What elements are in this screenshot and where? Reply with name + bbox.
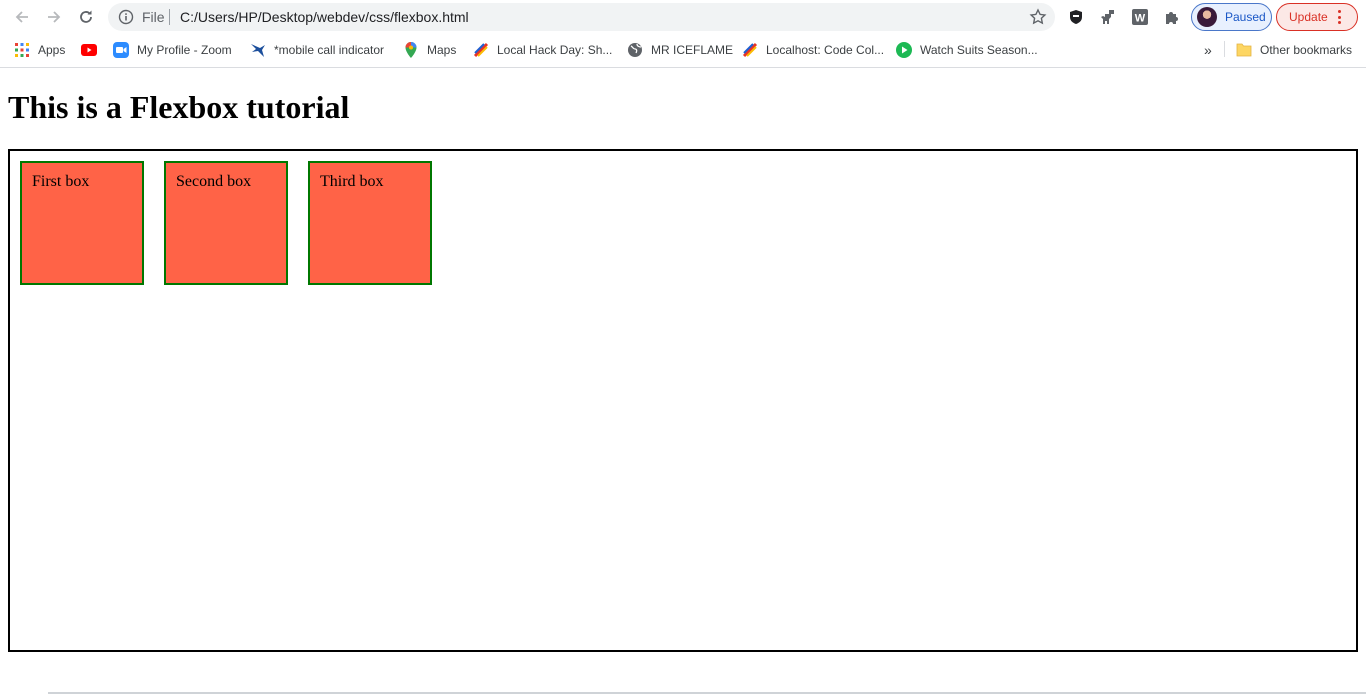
- bookmark-mobile-call-indicator[interactable]: *mobile call indicator: [250, 40, 384, 60]
- bookmark-label: Other bookmarks: [1260, 43, 1353, 57]
- bookmark-local-hack-day[interactable]: Local Hack Day: Sh...: [473, 40, 612, 60]
- flex-box-second: Second box: [164, 161, 288, 285]
- omnibox-separator: [169, 9, 170, 25]
- back-button[interactable]: [10, 5, 34, 29]
- bookmarks-overflow-button[interactable]: »: [1204, 40, 1212, 60]
- profile-status-label: Paused: [1225, 10, 1266, 24]
- bookmark-youtube[interactable]: [81, 40, 105, 60]
- bookmark-maps[interactable]: Maps: [403, 40, 456, 60]
- bookmark-label: Watch Suits Season...: [920, 43, 1038, 57]
- bookmarks-bar: Apps My Profile - Zoom *mobile call indi…: [0, 36, 1366, 64]
- arrow-left-icon: [15, 11, 28, 23]
- youtube-icon: [81, 42, 97, 58]
- reload-icon: [80, 10, 92, 23]
- mlh-icon: [473, 42, 489, 58]
- address-bar[interactable]: File C:/Users/HP/Desktop/webdev/css/flex…: [108, 3, 1055, 31]
- bookmark-label: My Profile - Zoom: [137, 43, 232, 57]
- bookmark-label: Maps: [427, 43, 457, 57]
- globe-icon: [627, 42, 643, 58]
- shield-extension-icon[interactable]: [1066, 7, 1086, 27]
- avatar: [1197, 7, 1217, 27]
- other-bookmarks-folder[interactable]: Other bookmarks: [1236, 40, 1352, 60]
- bird-icon: [250, 42, 266, 58]
- maps-pin-icon: [403, 42, 419, 58]
- update-label: Update: [1289, 10, 1328, 24]
- zoom-icon: [113, 42, 129, 58]
- bookmark-label: Local Hack Day: Sh...: [497, 43, 613, 57]
- info-icon[interactable]: [118, 9, 134, 25]
- bookmark-localhost-code[interactable]: Localhost: Code Col...: [742, 40, 884, 60]
- flex-box-first: First box: [20, 161, 144, 285]
- page-title: This is a Flexbox tutorial: [8, 89, 350, 125]
- folder-icon: [1236, 42, 1252, 58]
- forward-button[interactable]: [42, 5, 66, 29]
- extensions-puzzle-icon[interactable]: [1162, 7, 1182, 27]
- bookmarks-divider: [1224, 41, 1225, 57]
- more-vert-icon: [1338, 10, 1342, 24]
- profile-button[interactable]: Paused: [1191, 3, 1272, 31]
- bookmark-mr-iceflame[interactable]: MR ICEFLAME: [627, 40, 733, 60]
- bookmark-zoom-profile[interactable]: My Profile - Zoom: [113, 40, 232, 60]
- page-content: This is a Flexbox tutorial First box Sec…: [0, 68, 1366, 694]
- browser-toolbar: File C:/Users/HP/Desktop/webdev/css/flex…: [0, 0, 1366, 34]
- bookmark-star-icon[interactable]: [1029, 8, 1047, 26]
- overflow-chevron-icon: »: [1204, 42, 1212, 58]
- w-extension-icon[interactable]: W: [1130, 7, 1150, 27]
- arrow-right-icon: [48, 11, 61, 23]
- scheme-label: File: [142, 9, 165, 25]
- bookmark-label: MR ICEFLAME: [651, 43, 734, 57]
- apps-grid-icon: [14, 42, 30, 58]
- mlh-icon: [742, 42, 758, 58]
- bookmark-apps[interactable]: Apps: [14, 40, 65, 60]
- update-button[interactable]: Update: [1276, 3, 1358, 31]
- flex-container: First box Second box Third box: [8, 149, 1358, 652]
- bookmark-label: Apps: [38, 43, 66, 57]
- flex-box-third: Third box: [308, 161, 432, 285]
- dino-extension-icon[interactable]: [1098, 7, 1118, 27]
- bookmark-label: Localhost: Code Col...: [766, 43, 885, 57]
- bookmark-label: *mobile call indicator: [274, 43, 385, 57]
- play-icon: [896, 42, 912, 58]
- svg-text:W: W: [1135, 13, 1146, 25]
- url-text[interactable]: C:/Users/HP/Desktop/webdev/css/flexbox.h…: [180, 9, 469, 25]
- reload-button[interactable]: [74, 5, 98, 29]
- bookmark-watch-suits[interactable]: Watch Suits Season...: [896, 40, 1038, 60]
